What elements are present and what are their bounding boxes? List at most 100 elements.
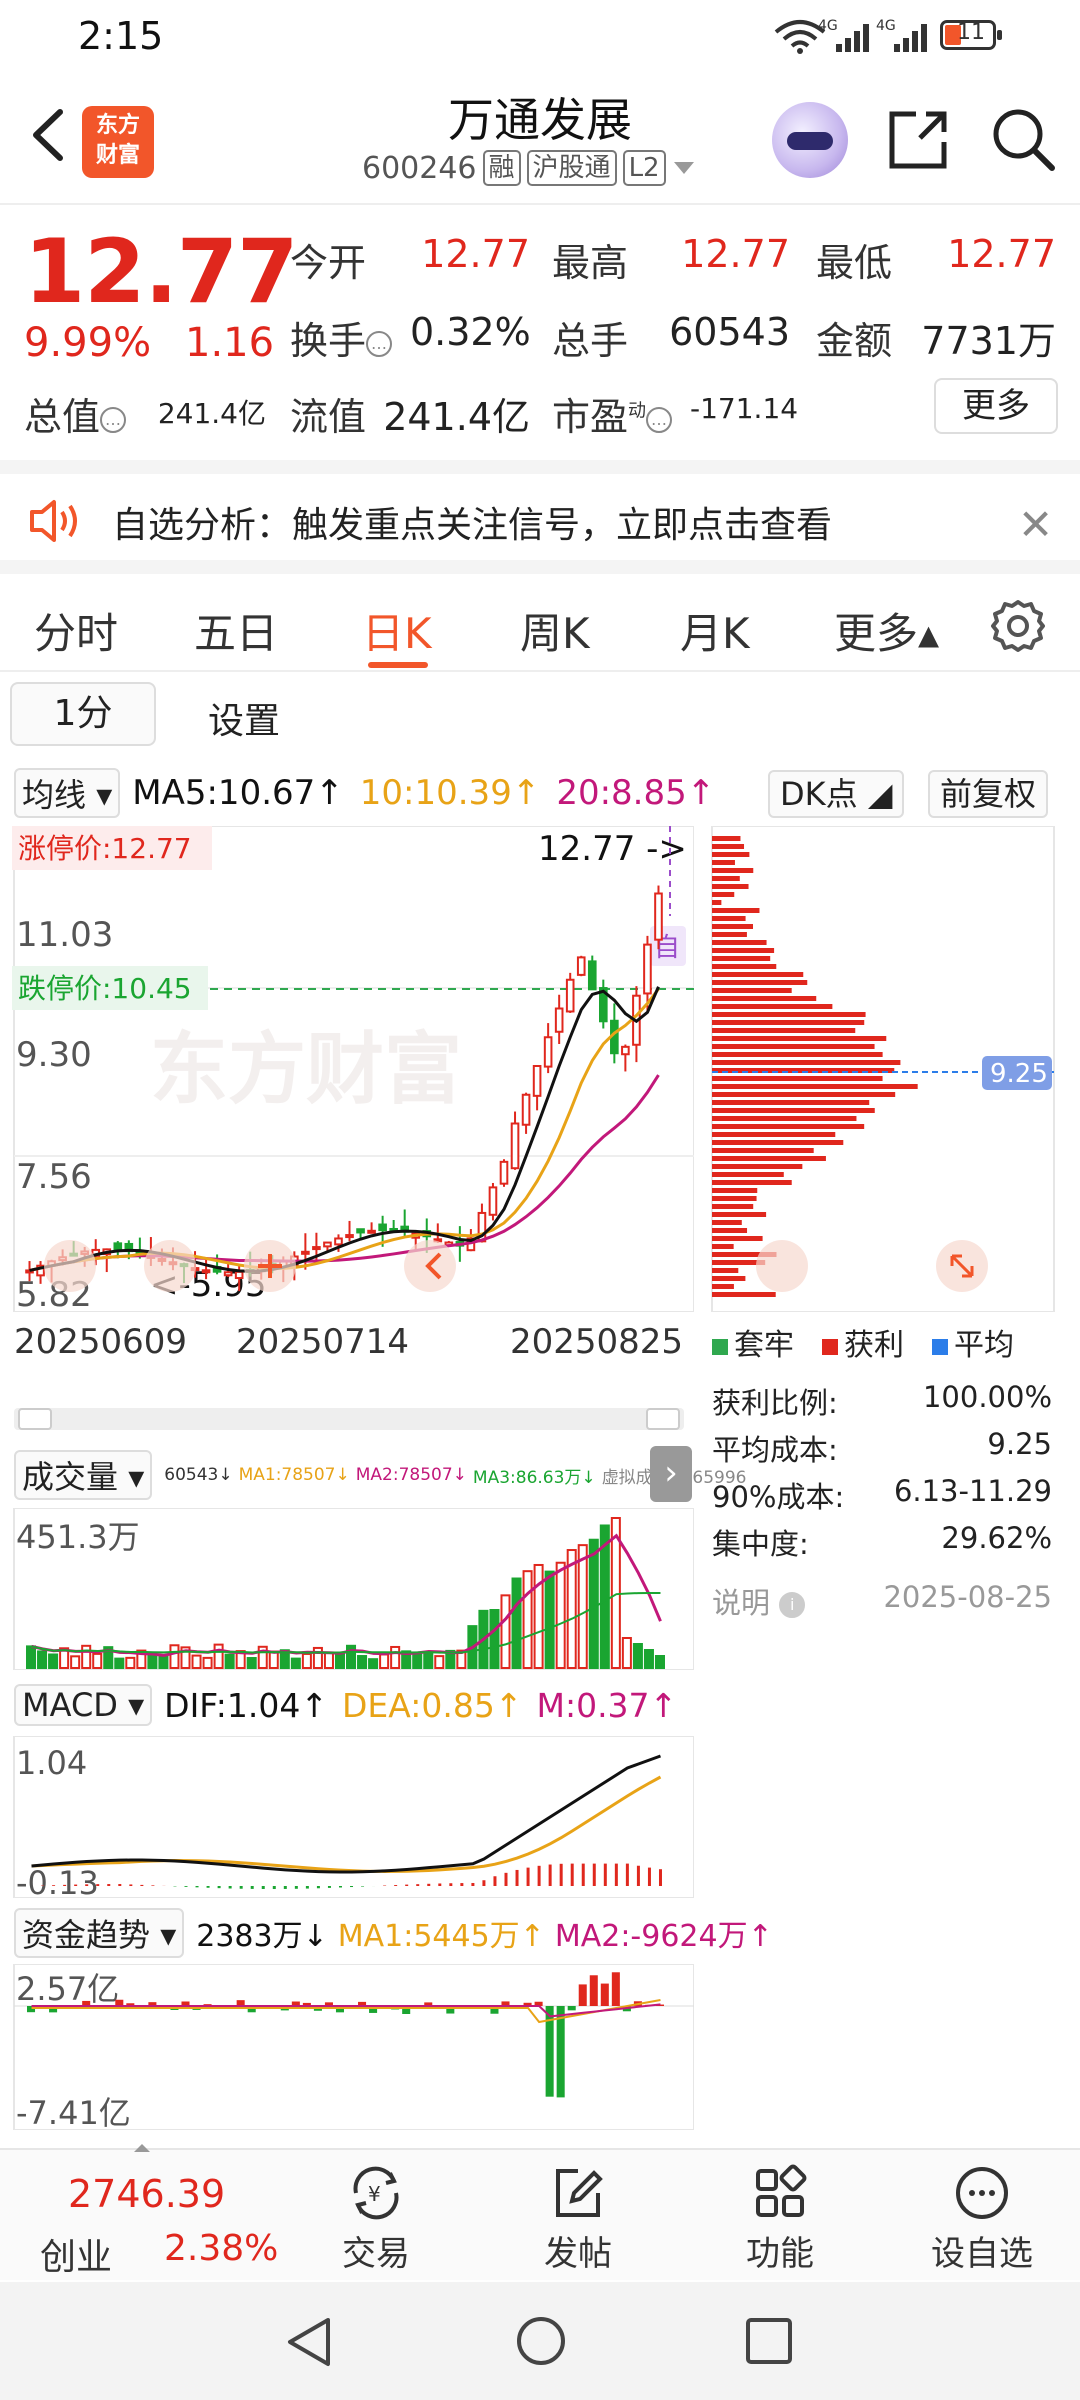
nav-functions[interactable]: 功能 [710,2160,850,2275]
amount-value: 7731万 [921,319,1056,363]
period-1min-button[interactable]: 1分 [10,682,156,746]
volume-bar [555,1561,566,1669]
chip-note-row[interactable]: 说明 i 2025-08-25 [712,1580,1052,1627]
candle-body [576,956,586,976]
sub-toolbar: 1分 设置 [0,670,1080,760]
nav-post[interactable]: 发帖 [508,2160,648,2275]
close-icon[interactable]: ✕ [1018,500,1053,549]
index-percent[interactable]: 2.38% [164,2228,278,2269]
chip-bar [712,948,775,953]
tab-daily-k[interactable]: 日K [362,600,432,661]
share-icon[interactable] [884,104,954,174]
legend-profit: 获利 [822,1320,904,1364]
system-home-icon[interactable] [514,2314,568,2368]
watermark: 东方财富 [150,1025,462,1115]
volume-bar [290,1657,301,1669]
settings-button[interactable]: 设置 [208,692,280,744]
stat-avg-cost: 平均成本: 9.25 [712,1427,1052,1467]
chip-bar [712,1052,883,1057]
candle-body [554,1007,564,1033]
tab-more[interactable]: 更多▴ [834,600,939,661]
x-tick-3: 20250825 [510,1322,684,1362]
current-price: 12.77 [24,220,298,323]
gear-icon[interactable] [990,598,1046,654]
candle-body [543,1036,553,1068]
chip-bar [712,1060,901,1065]
volume-bar [81,1644,92,1669]
search-icon[interactable] [988,104,1058,174]
stat-concentration: 集中度: 29.62% [712,1521,1052,1561]
more-quote-button[interactable]: 更多 [934,378,1058,434]
edit-icon [556,2169,603,2217]
volume-legend: 成交量 ▾ 60543↓ MA1:78507↓ MA2:78507↓ MA3:8… [14,1450,747,1500]
chip-bar [712,892,735,897]
volume-selector[interactable]: 成交量 ▾ [14,1450,153,1500]
fund-bar [556,2006,565,2098]
volume-bar [323,1651,334,1670]
candle-body [234,1270,244,1280]
tab-5day[interactable]: 五日 [194,600,278,661]
chip-bar [712,1108,875,1113]
chip-bar [712,1228,748,1233]
nav-add-watch[interactable]: 设自选 [912,2160,1052,2275]
ma-selector[interactable]: 均线 ▾ [14,768,121,818]
index-value[interactable]: 2746.39 [68,2172,225,2216]
tab-intraday[interactable]: 分时 [34,600,118,661]
scroll-handle-left[interactable] [18,1408,52,1430]
svg-text:¥: ¥ [368,2182,381,2206]
range-scrollbar[interactable] [14,1408,684,1430]
system-recents-icon[interactable] [744,2316,794,2366]
stock-code: 600246 [362,150,477,186]
active-tab-indicator [368,662,428,668]
alert-banner[interactable]: 自选分析：触发重点关注信号，立即点击查看 ✕ [0,460,1080,560]
dk-point-button[interactable]: DK点 ◢ [768,770,905,818]
chip-bar [712,956,771,961]
signal-icon-1: 4G [818,18,869,52]
nav-trade[interactable]: ¥ 交易 [306,2160,446,2275]
chip-bar [712,1212,767,1217]
mktcap-value: 241.4亿 [157,397,266,430]
last-price-tag: 12.77 -> [538,829,687,869]
stat-profit-ratio: 获利比例: 100.00% [712,1380,1052,1420]
fund-selector[interactable]: 资金趋势 ▾ [14,1908,185,1958]
volume-bar [577,1544,588,1669]
amount-label: 金额 [816,319,893,363]
y-tick-3: 7.56 [16,1157,92,1197]
volume-y-tick: 451.3万 [16,1518,140,1556]
chip-bar [712,1084,918,1089]
chip-bar [712,932,747,937]
chip-bar [712,1156,826,1161]
chip-bar [712,1132,836,1137]
open-value: 12.77 [421,232,530,276]
low-value: 12.77 [947,232,1056,276]
adjustment-button[interactable]: 前复权 [928,770,1049,818]
tab-monthly-k[interactable]: 月K [680,600,750,661]
kline-chart[interactable]: 东方财富 涨停价:12.77 跌停价:10.45 11.03 9.30 7.56… [10,826,694,1312]
chip-bar [712,1188,758,1193]
turnover-label: 换手… [290,310,393,365]
x-tick-1: 20250609 [14,1322,188,1362]
fund-legend: 资金趋势 ▾ 2383万↓ MA1:5445万↑ MA2:-9624万↑ [14,1908,773,1958]
change-amount: 1.16 [185,320,275,366]
panel-arrow-button[interactable]: › [650,1446,692,1502]
volume-bar [489,1609,500,1669]
stock-code-line[interactable]: 600246 融 沪股通 L2 [362,150,696,186]
index-name[interactable]: 创业 [40,2228,112,2280]
chip-bar [712,860,735,865]
volume-bar [246,1657,257,1670]
volume-bar [346,1644,357,1670]
tab-weekly-k[interactable]: 周K [520,600,590,661]
app-header: 东方 财富 万通发展 600246 融 沪股通 L2 [0,70,1080,205]
volume-bar [202,1656,213,1669]
assistant-robot-icon[interactable] [772,102,848,178]
chip-bar [712,996,817,1001]
legend-trapped: 套牢 [712,1320,794,1364]
scroll-handle-right[interactable] [646,1408,680,1430]
system-back-icon[interactable] [284,2316,334,2368]
chip-bar [712,1268,739,1273]
volume-bar [533,1563,544,1669]
fund-chart: 2.57亿 -7.41亿 [13,1964,694,2130]
svg-text:2.57亿: 2.57亿 [16,1970,119,2008]
candle-body [532,1065,542,1097]
macd-selector[interactable]: MACD ▾ [14,1684,153,1726]
